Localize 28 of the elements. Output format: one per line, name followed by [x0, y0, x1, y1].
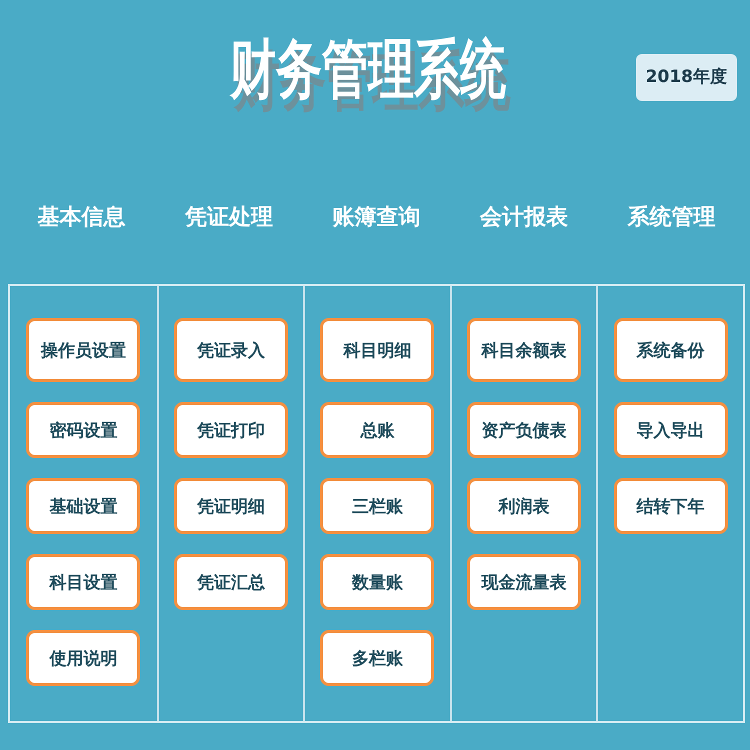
- menu-button[interactable]: 利润表: [467, 478, 582, 534]
- menu-button[interactable]: 密码设置: [26, 402, 140, 458]
- menu-button[interactable]: 凭证打印: [174, 402, 288, 458]
- menu-button[interactable]: 数量账: [320, 554, 434, 610]
- menu-button[interactable]: 总账: [320, 402, 434, 458]
- menu-button[interactable]: 多栏账: [320, 630, 434, 686]
- menu-button[interactable]: 导入导出: [614, 402, 728, 458]
- section-heading: 账簿查询: [332, 204, 420, 232]
- menu-button[interactable]: 科目设置: [26, 554, 140, 610]
- menu-button[interactable]: 使用说明: [26, 630, 140, 686]
- menu-button[interactable]: 操作员设置: [26, 318, 140, 382]
- menu-button[interactable]: 科目明细: [320, 318, 434, 382]
- menu-button[interactable]: 凭证明细: [174, 478, 288, 534]
- menu-button[interactable]: 凭证录入: [174, 318, 288, 382]
- section-heading: 凭证处理: [185, 204, 274, 232]
- menu-button[interactable]: 基础设置: [26, 478, 140, 534]
- menu-button[interactable]: 资产负债表: [467, 402, 582, 458]
- app-title: 财务管理系统: [229, 32, 506, 109]
- menu-button[interactable]: 系统备份: [614, 318, 728, 382]
- menu-button[interactable]: 凭证汇总: [174, 554, 288, 610]
- menu-button[interactable]: 现金流量表: [467, 554, 582, 610]
- section-heading: 会计报表: [480, 204, 568, 232]
- menu-button[interactable]: 结转下年: [614, 478, 728, 534]
- section-heading: 系统管理: [627, 204, 716, 232]
- year-badge: 2018年度: [636, 54, 737, 100]
- menu-button[interactable]: 三栏账: [320, 478, 434, 534]
- section-heading: 基本信息: [38, 204, 126, 232]
- menu-button[interactable]: 科目余额表: [467, 318, 582, 382]
